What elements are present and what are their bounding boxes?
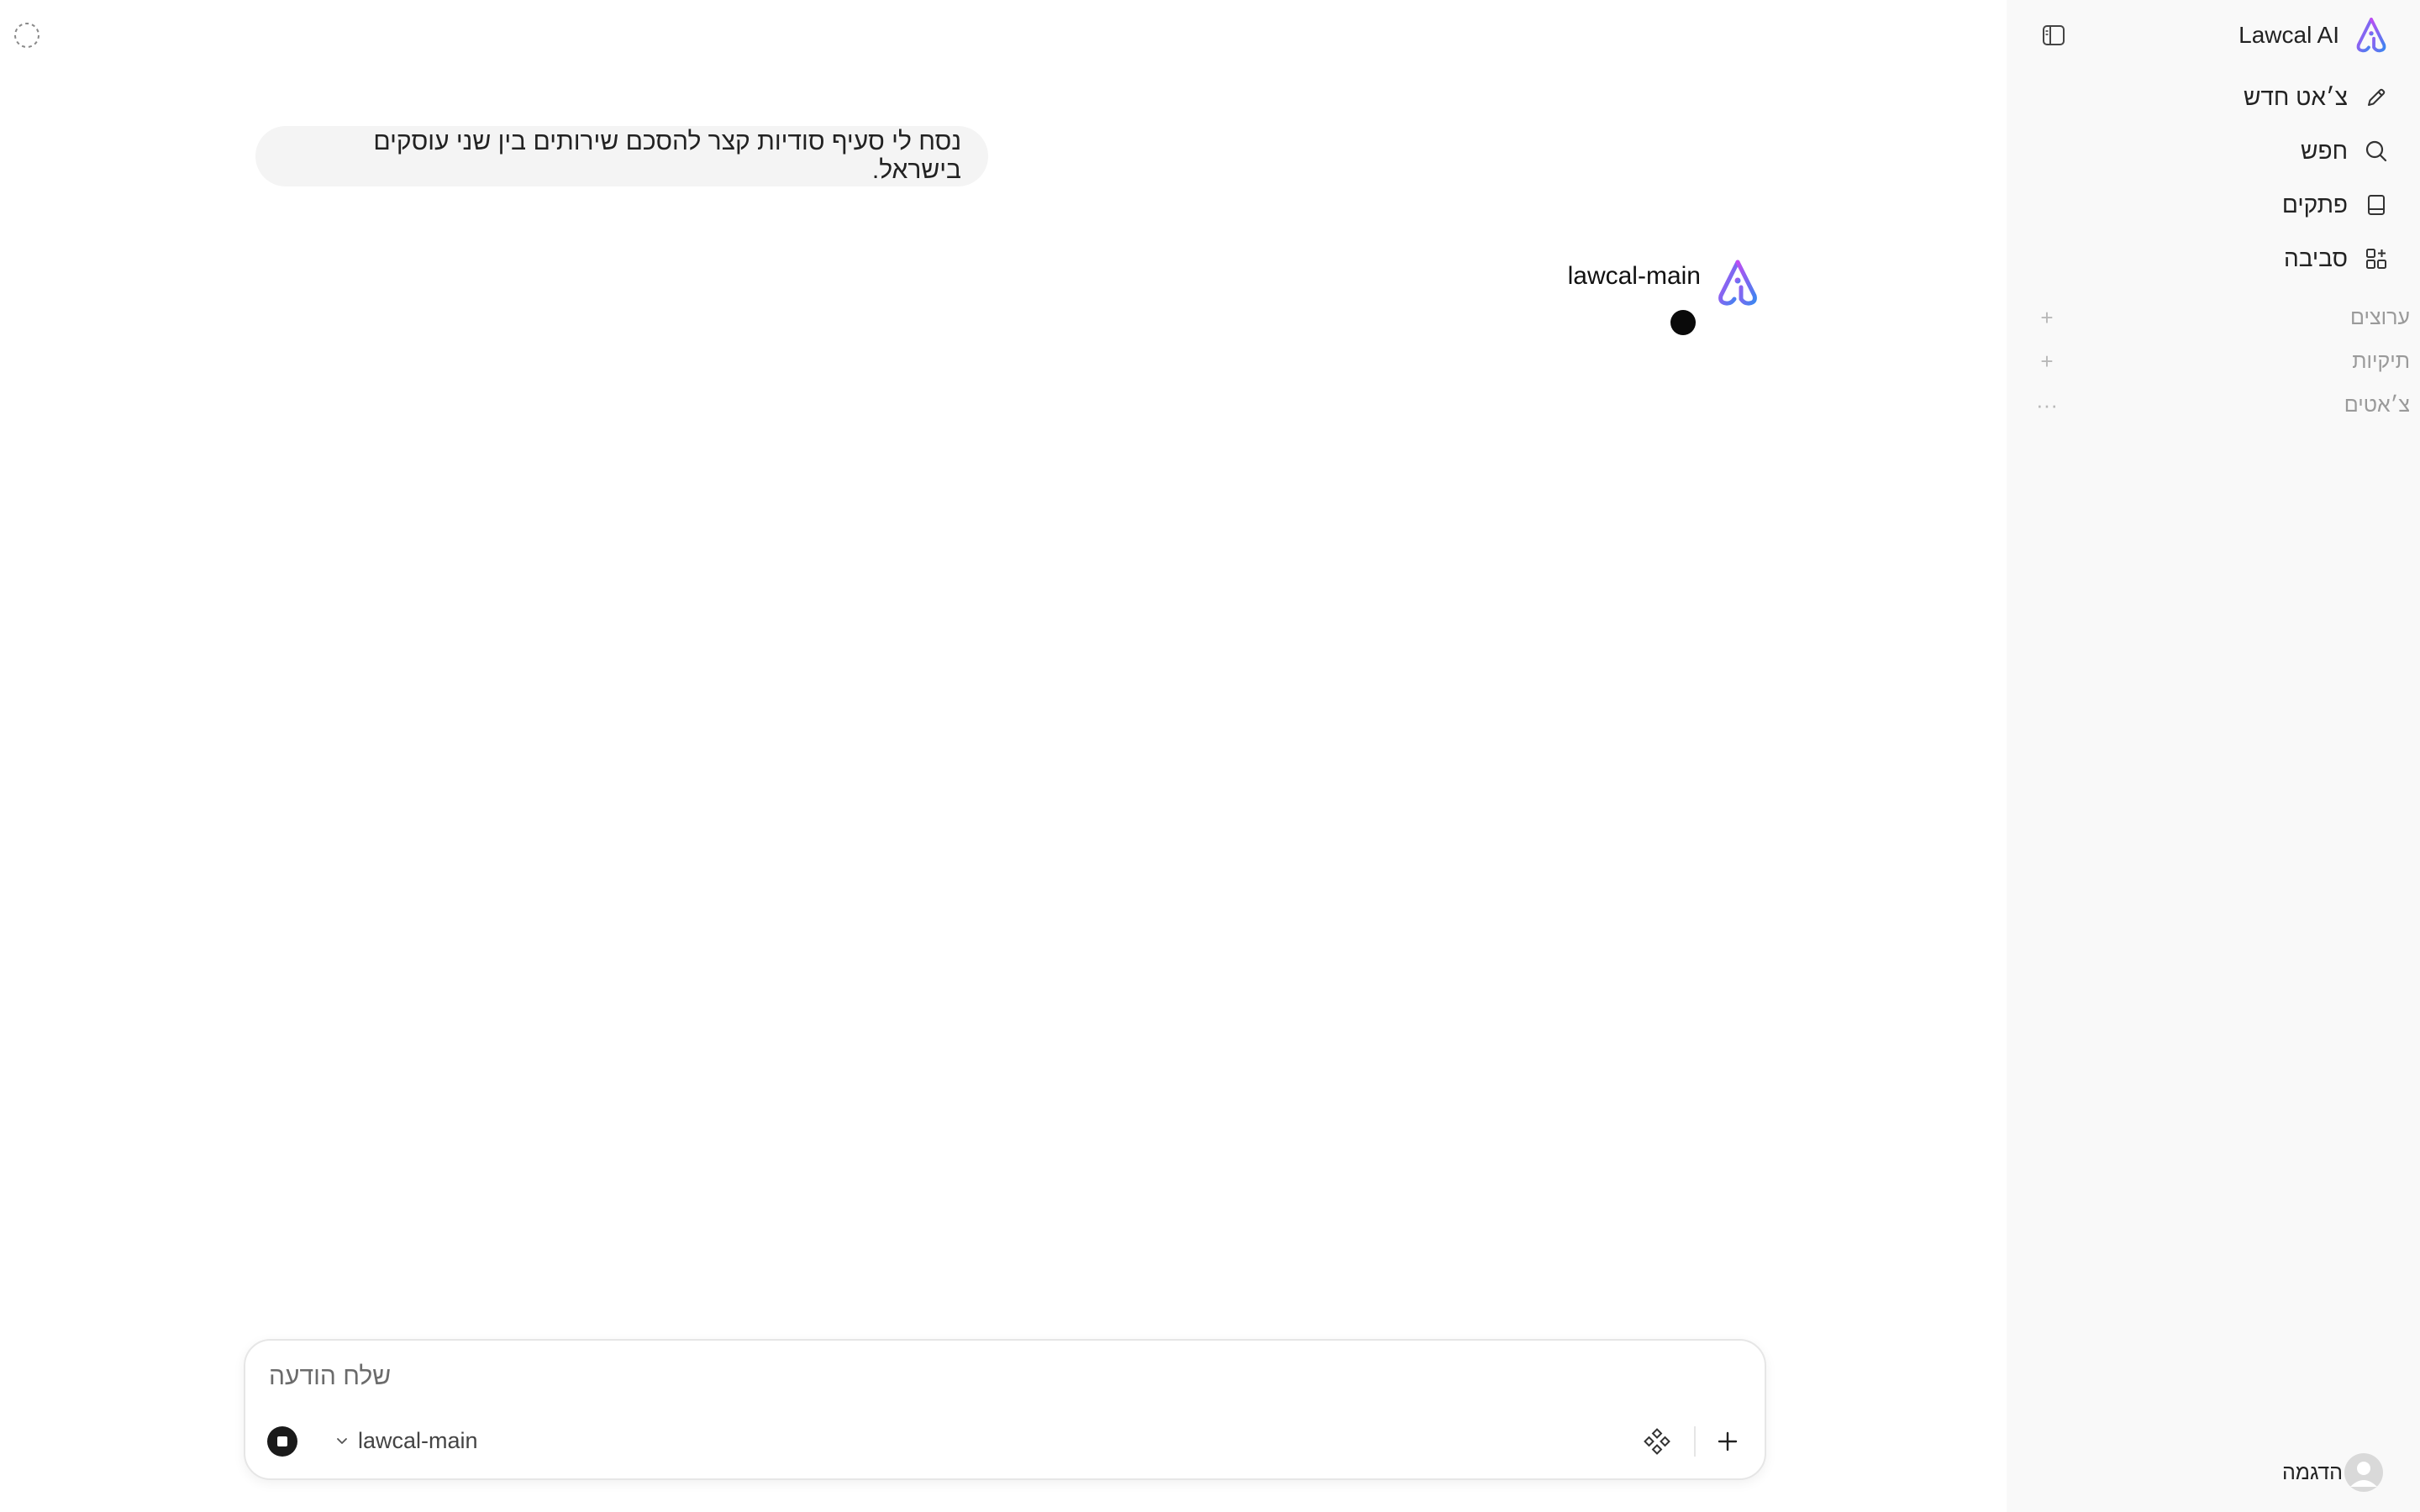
add-folder-button[interactable]: + [2030, 344, 2064, 378]
user-avatar-icon [2350, 1462, 2377, 1487]
toggle-sidebar-button[interactable] [2037, 18, 2070, 52]
typing-indicator [1670, 310, 1696, 335]
brand[interactable]: Lawcal AI [2238, 17, 2388, 54]
sidebar-item-search[interactable]: חפש [2112, 124, 2398, 178]
tools-icon [1644, 1428, 1670, 1455]
message-input[interactable] [267, 1357, 1739, 1396]
section-label: תיקיות [2352, 349, 2410, 373]
sidebar-toggle-icon [2043, 25, 2065, 45]
sidebar: Lawcal AI צ׳אט חדש חפש פתקים סביבה ערוצי… [2007, 0, 2420, 1512]
sidebar-item-workspace[interactable]: סביבה [2112, 232, 2398, 286]
section-chats[interactable]: צ׳אטים ··· [2030, 383, 2410, 427]
loading-spinner-icon [14, 23, 39, 48]
search-icon [2361, 136, 2391, 166]
section-label: צ׳אטים [2344, 392, 2410, 417]
section-folders[interactable]: תיקיות + [2030, 339, 2410, 383]
sidebar-item-label: צ׳אט חדש [2243, 84, 2348, 110]
composer-divider [1694, 1426, 1696, 1457]
chevron-down-icon [337, 1438, 347, 1444]
user-name: הדגמה [2281, 1460, 2343, 1484]
user-message-bubble: נסח לי סעיף סודיות קצר להסכם שירותים בין… [255, 126, 988, 186]
section-label: ערוצים [2350, 305, 2410, 329]
plus-icon [1718, 1431, 1738, 1452]
notebook-icon [2361, 190, 2391, 220]
assistant-name: lawcal-main [1567, 262, 1701, 290]
sidebar-sections: ערוצים + תיקיות + צ׳אטים ··· [2030, 296, 2410, 427]
sidebar-nav: צ׳אט חדש חפש פתקים סביבה [2112, 71, 2398, 286]
brand-title: Lawcal AI [2238, 22, 2339, 48]
sidebar-item-label: חפש [2301, 138, 2348, 164]
section-channels[interactable]: ערוצים + [2030, 296, 2410, 339]
sidebar-item-new-chat[interactable]: צ׳אט חדש [2112, 71, 2398, 124]
sidebar-item-label: פתקים [2281, 192, 2348, 218]
add-attachment-button[interactable] [1709, 1423, 1746, 1460]
pencil-icon [2361, 82, 2391, 113]
add-channel-button[interactable]: + [2030, 301, 2064, 334]
avatar [2344, 1453, 2383, 1492]
user-menu[interactable]: הדגמה [2282, 1453, 2383, 1492]
tools-button[interactable] [1639, 1423, 1676, 1460]
user-message-text: נסח לי סעיף סודיות קצר להסכם שירותים בין… [373, 128, 961, 184]
sidebar-item-label: סביבה [2283, 245, 2348, 271]
message-composer: lawcal-main [244, 1339, 1766, 1480]
assistant-message-header: lawcal-main [1568, 259, 1760, 307]
model-selector[interactable]: lawcal-main [334, 1421, 478, 1460]
sidebar-header: Lawcal AI [2037, 15, 2388, 55]
grid-plus-icon [2361, 244, 2391, 274]
stop-button[interactable] [267, 1426, 297, 1457]
sidebar-item-notes[interactable]: פתקים [2112, 178, 2398, 232]
lawcal-logo-icon [2356, 18, 2386, 53]
stop-icon [277, 1436, 287, 1446]
model-selector-label: lawcal-main [358, 1427, 478, 1453]
lawcal-logo-icon [1718, 260, 1757, 306]
chats-more-button[interactable]: ··· [2030, 388, 2064, 422]
